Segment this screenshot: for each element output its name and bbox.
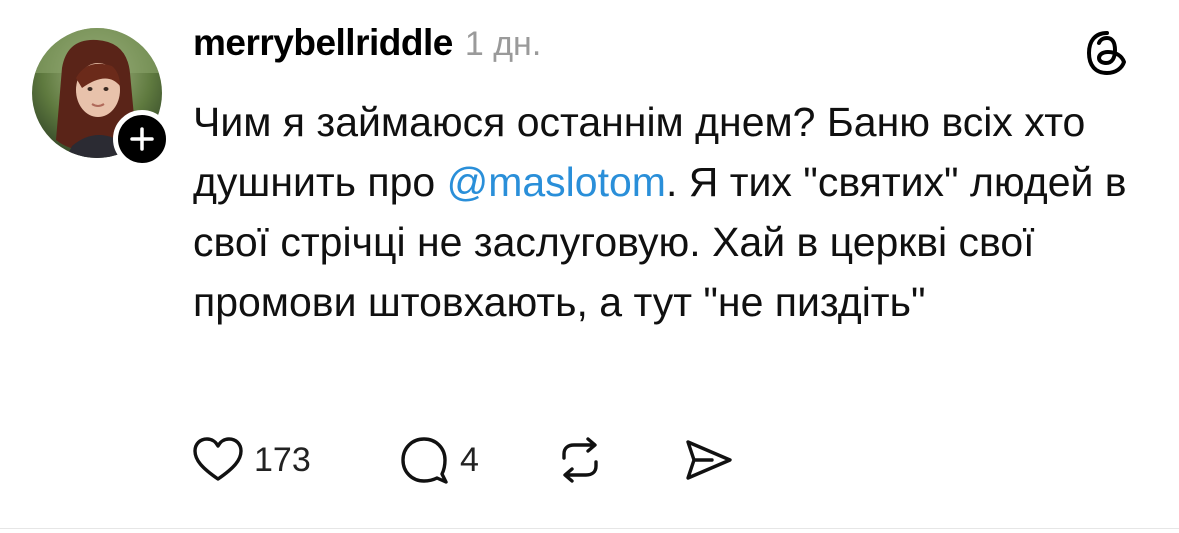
comment-icon xyxy=(401,437,448,484)
send-icon xyxy=(686,440,732,480)
like-button[interactable]: 173 xyxy=(190,432,311,488)
post-text: Чим я займаюся останнім днем? Баню всіх … xyxy=(193,92,1153,332)
share-button[interactable] xyxy=(682,432,734,488)
reply-count: 4 xyxy=(460,440,479,479)
heart-icon xyxy=(193,437,243,481)
mention-link[interactable]: @maslotom xyxy=(447,159,666,205)
repost-button[interactable] xyxy=(556,432,604,488)
like-count: 173 xyxy=(254,440,311,479)
post-header: merrybellriddle 1 дн. xyxy=(193,22,541,72)
username[interactable]: merrybellriddle xyxy=(193,22,453,64)
divider xyxy=(0,528,1179,529)
reply-button[interactable]: 4 xyxy=(396,432,479,488)
repost-icon xyxy=(562,437,598,483)
plus-icon xyxy=(130,127,154,151)
threads-icon[interactable] xyxy=(1082,28,1132,78)
follow-button[interactable] xyxy=(113,110,171,168)
post-timestamp: 1 дн. xyxy=(464,25,542,63)
